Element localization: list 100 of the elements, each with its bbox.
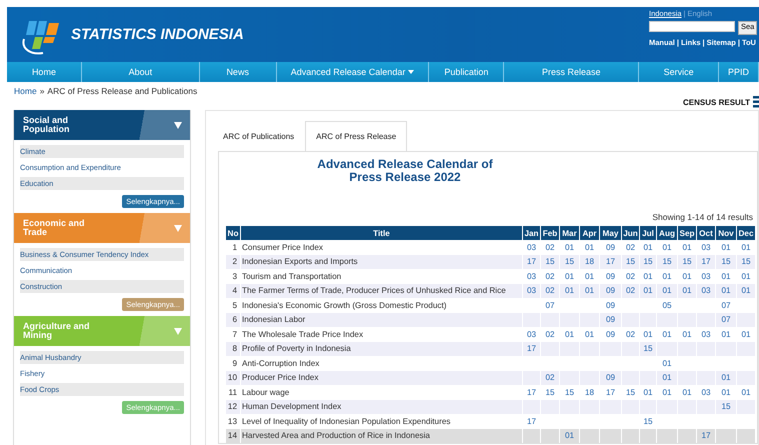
census-result-link[interactable]: CENSUS RESULT xyxy=(683,98,750,106)
release-title: Profile of Poverty in Indonesia xyxy=(241,342,522,356)
release-date[interactable]: 01 xyxy=(584,242,594,252)
release-date[interactable]: 01 xyxy=(741,242,751,252)
release-date[interactable]: 18 xyxy=(584,388,594,397)
calendar-title: Advanced Release Calendar of Press Release 2022 xyxy=(316,158,494,184)
release-date[interactable]: 17 xyxy=(606,388,616,397)
release-date[interactable]: 02 xyxy=(545,272,555,281)
release-date[interactable]: 01 xyxy=(662,330,672,339)
nav-item[interactable]: News xyxy=(200,62,277,82)
release-date[interactable]: 03 xyxy=(701,330,711,339)
release-date[interactable]: 01 xyxy=(721,272,731,281)
release-date[interactable]: 01 xyxy=(564,330,574,339)
release-date[interactable]: 15 xyxy=(626,388,636,397)
nav-item[interactable]: Home xyxy=(7,62,82,82)
nav-item[interactable]: Advanced Release Calendar xyxy=(276,62,430,82)
release-date[interactable]: 02 xyxy=(626,242,636,252)
release-date[interactable]: 01 xyxy=(662,272,672,281)
release-title: Human Development Index xyxy=(241,400,522,414)
nav-item[interactable]: Press Release xyxy=(504,62,640,82)
release-date[interactable]: 01 xyxy=(682,388,692,397)
row-number: 4 xyxy=(226,284,240,298)
release-date[interactable]: 01 xyxy=(662,358,672,368)
release-date[interactable]: 01 xyxy=(643,330,653,339)
release-date[interactable]: 09 xyxy=(606,272,616,281)
nav-item[interactable]: Service xyxy=(639,62,720,82)
release-date[interactable]: 02 xyxy=(545,242,555,252)
release-date[interactable]: 03 xyxy=(701,242,711,252)
row-number: 3 xyxy=(231,270,238,283)
tab[interactable]: ARC of Publications xyxy=(212,121,306,151)
release-date[interactable]: 07 xyxy=(721,300,731,310)
release-date[interactable]: 01 xyxy=(643,242,653,252)
release-date[interactable]: 07 xyxy=(545,300,555,310)
caret-icon xyxy=(408,70,414,74)
menu-icon[interactable] xyxy=(753,96,759,108)
release-date[interactable]: 01 xyxy=(584,330,594,339)
release-date[interactable]: 01 xyxy=(643,388,653,397)
release-date[interactable]: 02 xyxy=(626,330,636,339)
nav-item[interactable]: PPID xyxy=(719,62,759,82)
release-date[interactable]: 09 xyxy=(606,242,616,252)
release-date[interactable]: 01 xyxy=(682,330,692,339)
release-date[interactable]: 05 xyxy=(662,300,672,310)
release-date[interactable]: 17 xyxy=(526,416,536,426)
row-number: 11 xyxy=(228,386,238,399)
caret-icon xyxy=(174,328,182,334)
column-header: May xyxy=(600,226,621,240)
release-date[interactable]: 02 xyxy=(545,330,555,339)
release-title: The Wholesale Trade Price Index xyxy=(241,328,364,341)
release-date[interactable]: 15 xyxy=(643,416,653,426)
release-date[interactable]: 01 xyxy=(721,242,731,252)
release-date[interactable]: 01 xyxy=(662,388,672,397)
release-date[interactable]: 01 xyxy=(741,330,751,339)
release-date[interactable]: 01 xyxy=(741,388,751,397)
release-title: Tourism and Transportation xyxy=(241,270,342,283)
release-date[interactable]: 01 xyxy=(721,330,731,339)
release-date[interactable]: 03 xyxy=(701,272,711,281)
nav-item[interactable]: About xyxy=(82,62,200,82)
release-date[interactable]: 03 xyxy=(526,242,536,252)
category-header[interactable]: Social and Population xyxy=(14,110,190,140)
search-field[interactable] xyxy=(649,21,735,32)
release-date[interactable]: 09 xyxy=(606,300,616,310)
results-count: Showing 1-14 of 14 results xyxy=(651,212,753,222)
breadcrumb-link[interactable]: Home xyxy=(14,86,37,96)
release-date[interactable]: 17 xyxy=(526,388,536,397)
row-number: 9 xyxy=(231,358,238,370)
release-date[interactable]: 01 xyxy=(564,242,574,252)
column-header: Nov xyxy=(716,226,736,240)
release-date[interactable]: 01 xyxy=(584,272,594,281)
release-title: Level of Inequality of Indonesian Population Expenditures xyxy=(241,416,452,428)
caret-icon xyxy=(174,122,182,128)
release-date[interactable]: 01 xyxy=(741,272,751,281)
column-header: Feb xyxy=(541,226,559,240)
nav-item[interactable]: Publication xyxy=(429,62,504,82)
column-header: Dec xyxy=(737,226,755,240)
release-date[interactable]: 09 xyxy=(606,330,616,339)
release-date[interactable]: 15 xyxy=(545,388,555,397)
release-date[interactable]: 01 xyxy=(721,388,731,397)
release-date[interactable]: 03 xyxy=(526,330,536,339)
column-header: Apr xyxy=(580,226,599,240)
release-date[interactable]: 01 xyxy=(643,272,653,281)
release-date[interactable]: 01 xyxy=(682,242,692,252)
release-title: Indonesian Exports and Imports xyxy=(241,254,522,269)
release-date[interactable]: 01 xyxy=(564,272,574,281)
breadcrumb-separator: » xyxy=(40,86,44,96)
release-date[interactable]: 15 xyxy=(564,388,574,397)
column-header: Oct xyxy=(697,226,715,240)
release-date[interactable]: 01 xyxy=(662,242,672,252)
row-number: 8 xyxy=(226,342,240,356)
column-header: No xyxy=(226,226,240,240)
release-date[interactable]: 01 xyxy=(682,272,692,281)
tab[interactable]: ARC of Press Release xyxy=(305,121,408,151)
row-number: 10 xyxy=(226,370,240,385)
release-date[interactable]: 02 xyxy=(626,272,636,281)
column-header: Title xyxy=(241,226,522,240)
release-title: Indonesia's Economic Growth (Gross Domestic Product) xyxy=(241,300,448,312)
release-date[interactable]: 03 xyxy=(701,388,711,397)
release-date[interactable]: 03 xyxy=(526,272,536,281)
site-name[interactable]: STATISTICS INDONESIA xyxy=(71,26,244,43)
column-header: Sep xyxy=(678,226,696,240)
release-title: Anti-Corruption Index xyxy=(241,358,320,370)
